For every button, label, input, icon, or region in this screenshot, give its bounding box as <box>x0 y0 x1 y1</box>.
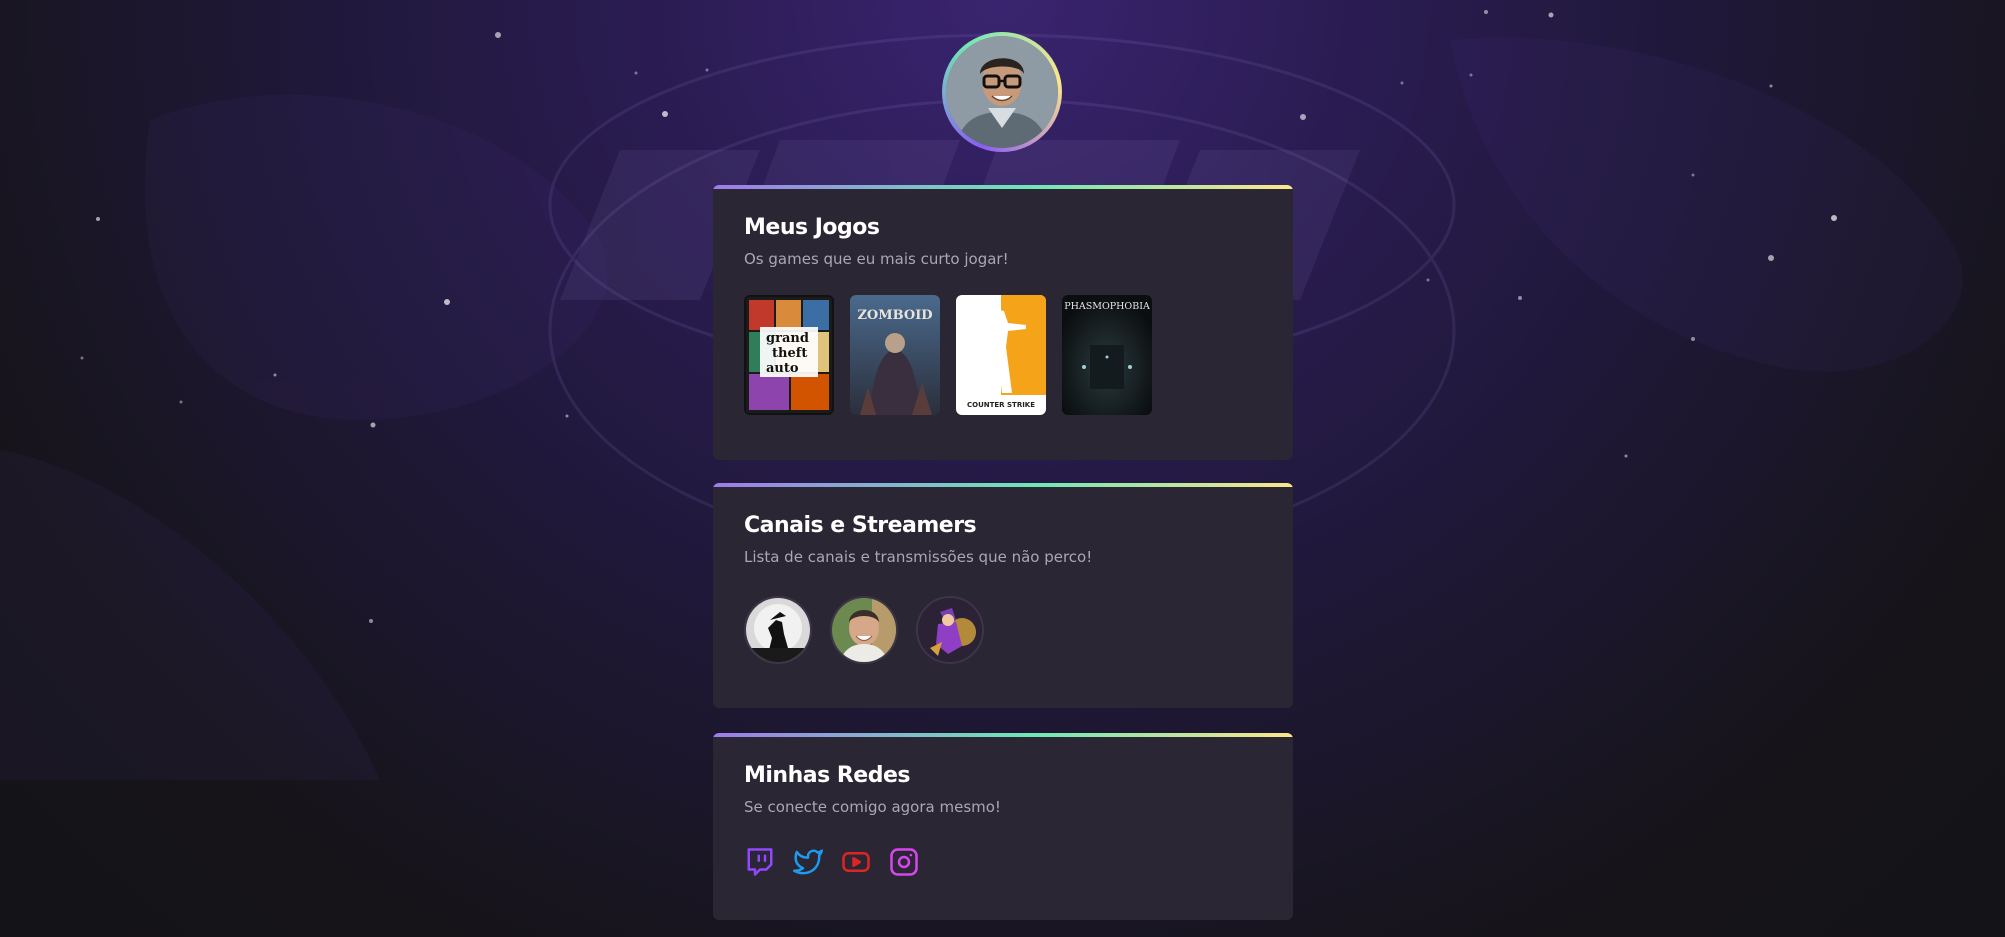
channel-avatar-1[interactable] <box>744 596 812 664</box>
twitch-icon <box>747 848 773 876</box>
counter-strike-cover-icon: COUNTER STRIKE <box>956 295 1046 415</box>
games-list: grand theft auto ZOMBOID COUNTER STRIKE … <box>744 295 1262 415</box>
gta-text-2: theft <box>772 346 807 361</box>
twitch-link[interactable] <box>744 846 776 878</box>
phasmophobia-cover-icon: PHASMOPHOBIA <box>1062 295 1152 415</box>
game-cover-gta[interactable]: grand theft auto <box>744 295 834 415</box>
channels-list <box>744 596 1262 664</box>
silhouette-avatar-icon <box>746 598 810 662</box>
channels-section: Canais e Streamers Lista de canais e tra… <box>713 483 1293 708</box>
games-section-subtitle: Os games que eu mais curto jogar! <box>744 250 1009 268</box>
channel-avatar-2[interactable] <box>830 596 898 664</box>
instagram-icon <box>890 848 918 876</box>
gta-text-1: grand <box>766 331 809 346</box>
socials-section-title: Minhas Redes <box>744 763 910 788</box>
socials-list <box>744 846 1262 878</box>
profile-photo <box>946 36 1058 148</box>
channel-avatar-3[interactable] <box>916 596 984 664</box>
gta-text-3: auto <box>766 361 799 376</box>
socials-section-subtitle: Se conecte comigo agora mesmo! <box>744 798 1001 816</box>
twitter-icon <box>793 849 823 875</box>
instagram-link[interactable] <box>888 846 920 878</box>
game-cover-phasmophobia[interactable]: PHASMOPHOBIA <box>1062 295 1152 415</box>
youtube-link[interactable] <box>840 846 872 878</box>
gta-cover-icon: grand theft auto <box>746 297 832 413</box>
game-cover-counter-strike[interactable]: COUNTER STRIKE <box>956 295 1046 415</box>
youtube-icon <box>842 852 870 872</box>
counter-strike-text: COUNTER STRIKE <box>967 401 1035 409</box>
channels-section-title: Canais e Streamers <box>744 513 977 538</box>
channels-section-subtitle: Lista de canais e transmissões que não p… <box>744 548 1093 566</box>
game-cover-zomboid[interactable]: ZOMBOID <box>850 295 940 415</box>
games-section-title: Meus Jogos <box>744 215 880 240</box>
games-section: Meus Jogos Os games que eu mais curto jo… <box>713 185 1293 460</box>
socials-section: Minhas Redes Se conecte comigo agora mes… <box>713 733 1293 920</box>
zomboid-text: ZOMBOID <box>857 308 932 323</box>
twitter-link[interactable] <box>792 846 824 878</box>
zomboid-cover-icon: ZOMBOID <box>850 295 940 415</box>
man-avatar-icon <box>832 598 896 662</box>
phasmophobia-text: PHASMOPHOBIA <box>1064 301 1150 312</box>
profile-avatar <box>942 32 1062 152</box>
cartoon-avatar-icon <box>918 598 982 662</box>
